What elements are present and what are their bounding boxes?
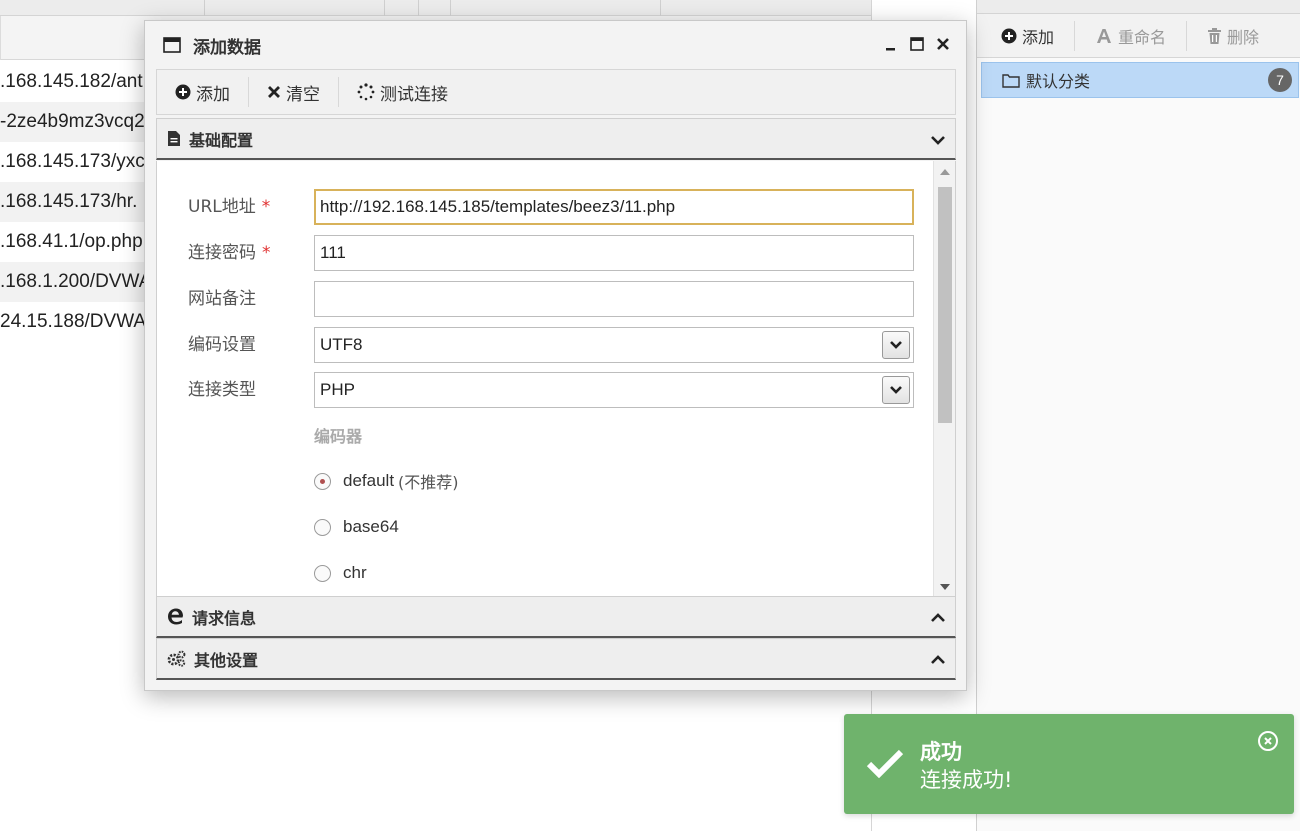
form-scrollbar[interactable]	[933, 161, 955, 597]
encoder-option-label: default	[343, 471, 395, 490]
dialog-toolbar: 添加 清空 测试连接	[156, 69, 956, 115]
encoder-option-base64[interactable]: base64	[314, 515, 399, 539]
category-rename-button[interactable]: 重命名	[1095, 21, 1166, 51]
radio-unselected[interactable]	[314, 518, 331, 536]
window-icon	[163, 37, 181, 53]
chevron-down-icon	[890, 341, 902, 349]
category-add-button[interactable]: 添加	[1001, 21, 1054, 51]
chevron-up-icon	[931, 613, 945, 622]
section-basic-label: 基础配置	[189, 130, 254, 150]
minimize-icon	[886, 48, 895, 51]
clear-button[interactable]: 清空	[267, 77, 320, 107]
password-label: 连接密码 *	[188, 243, 271, 263]
add-label: 添加	[196, 84, 230, 105]
list-header-top	[0, 0, 871, 16]
category-rename-label: 重命名	[1118, 27, 1167, 47]
test-connection-button[interactable]: 测试连接	[357, 77, 448, 107]
encoder-option-label: base64	[343, 517, 399, 536]
minimize-button[interactable]	[882, 35, 900, 53]
password-row: 连接密码 * 111	[157, 235, 937, 271]
toast-title: 成功	[920, 740, 962, 764]
category-item-label: 默认分类	[1026, 72, 1091, 91]
plus-circle-icon	[1001, 28, 1017, 43]
toolbar-divider	[248, 77, 249, 107]
close-icon	[937, 38, 949, 50]
section-basic-config[interactable]: 基础配置	[156, 118, 956, 160]
note-input[interactable]	[314, 281, 914, 317]
type-label: 连接类型	[188, 380, 256, 400]
category-delete-label: 删除	[1227, 27, 1260, 47]
radio-selected[interactable]	[314, 472, 331, 490]
folder-icon	[1002, 73, 1020, 88]
toolbar-divider	[1074, 20, 1076, 51]
toolbar-divider	[338, 77, 339, 107]
scroll-up-arrow[interactable]	[940, 169, 950, 175]
checkmark-icon	[866, 749, 904, 778]
success-toast: 成功 连接成功!	[844, 714, 1294, 814]
encoder-option-label: chr	[343, 563, 367, 582]
trash-icon	[1208, 27, 1222, 44]
note-label: 网站备注	[188, 289, 256, 309]
toast-message: 连接成功!	[920, 768, 1013, 792]
chevron-down-icon	[931, 136, 945, 145]
encoding-select[interactable]: UTF8	[314, 327, 914, 363]
edge-icon	[168, 608, 183, 625]
maximize-icon	[910, 37, 924, 51]
times-icon	[268, 86, 280, 98]
section-request-label: 请求信息	[192, 608, 257, 628]
category-count-badge: 7	[1268, 68, 1292, 92]
window-controls	[882, 35, 952, 53]
url-input[interactable]: http://192.168.145.185/templates/beez3/1…	[314, 189, 914, 225]
note-row: 网站备注	[157, 281, 937, 317]
type-row: 连接类型 PHP	[157, 372, 937, 408]
encoding-label: 编码设置	[188, 335, 256, 355]
category-add-label: 添加	[1022, 27, 1055, 47]
encoder-option-hint: (不推荐)	[398, 473, 459, 492]
type-dropdown-button[interactable]	[882, 376, 910, 404]
gears-icon	[167, 650, 186, 667]
add-button[interactable]: 添加	[175, 77, 230, 107]
file-text-icon	[168, 131, 180, 146]
scroll-down-arrow[interactable]	[940, 584, 950, 590]
section-request-info[interactable]: 请求信息	[156, 596, 956, 638]
category-panel: 添加 重命名 删除 默认分类 7	[976, 0, 1300, 831]
category-item-default[interactable]: 默认分类 7	[981, 62, 1299, 98]
type-value: PHP	[320, 380, 355, 399]
encoder-title: 编码器	[314, 427, 363, 446]
close-icon	[1264, 737, 1272, 745]
url-row: URL地址 * http://192.168.145.185/templates/…	[157, 189, 937, 225]
chevron-up-icon	[931, 655, 945, 664]
encoding-dropdown-button[interactable]	[882, 331, 910, 359]
clear-label: 清空	[286, 84, 320, 105]
type-select[interactable]: PHP	[314, 372, 914, 408]
password-input[interactable]: 111	[314, 235, 914, 271]
basic-config-form: URL地址 * http://192.168.145.185/templates/…	[156, 161, 956, 598]
plus-circle-icon	[175, 84, 191, 100]
toolbar-divider	[1186, 20, 1188, 51]
encoding-row: 编码设置 UTF8	[157, 327, 937, 363]
section-other-label: 其他设置	[194, 650, 259, 670]
encoder-option-default[interactable]: default (不推荐)	[314, 469, 459, 493]
category-delete-button[interactable]: 删除	[1207, 21, 1259, 51]
toast-close-button[interactable]	[1258, 731, 1278, 751]
dialog-title: 添加数据	[193, 37, 261, 58]
category-toolbar: 添加 重命名 删除	[977, 14, 1300, 58]
scroll-thumb[interactable]	[938, 187, 952, 423]
spinner-icon	[357, 83, 375, 101]
section-other-settings[interactable]: 其他设置	[156, 638, 956, 680]
close-button[interactable]	[934, 35, 952, 53]
url-label: URL地址 *	[188, 197, 271, 217]
add-data-dialog: 添加数据 添加 清空 测试连接 基础配置 URL地址 * http://192.…	[144, 20, 967, 691]
test-connection-label: 测试连接	[380, 84, 448, 105]
font-icon	[1097, 28, 1112, 43]
maximize-button[interactable]	[908, 35, 926, 53]
encoder-option-chr[interactable]: chr	[314, 561, 367, 585]
category-header	[977, 0, 1300, 14]
encoding-value: UTF8	[320, 335, 363, 354]
chevron-down-icon	[890, 386, 902, 394]
radio-unselected[interactable]	[314, 564, 331, 582]
dialog-titlebar[interactable]: 添加数据	[145, 21, 966, 69]
